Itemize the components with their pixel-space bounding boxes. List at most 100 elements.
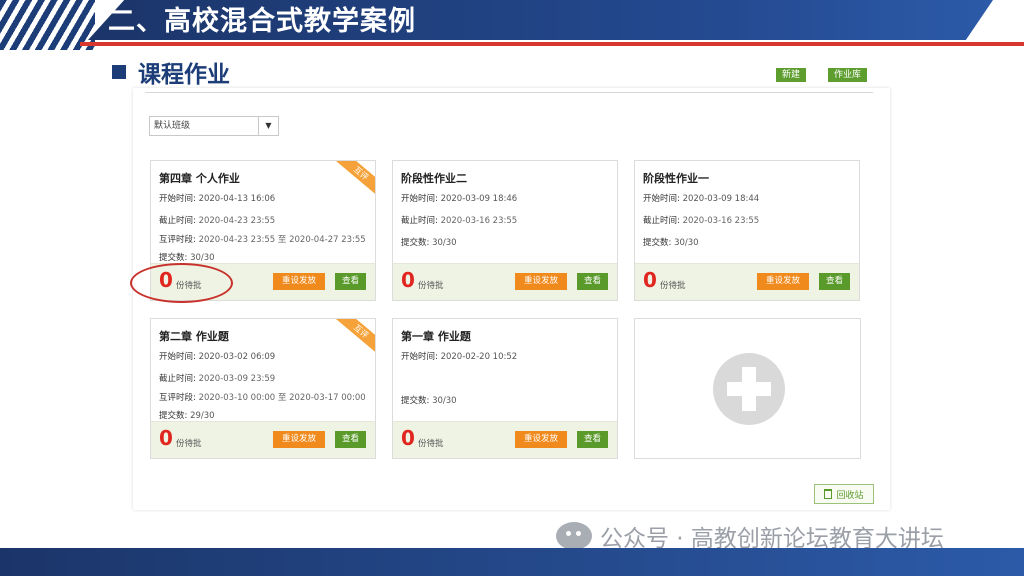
reset-distribution-button[interactable]: 重设发放 [515,431,567,448]
peer-review-from: 2020-04-23 23:55 [198,235,276,245]
peer-review-to-label: 至 [277,235,287,245]
assignment-library-button[interactable]: 作业库 [828,68,868,82]
slide-title: 二、高校混合式教学案例 [108,6,416,37]
view-button[interactable]: 查看 [335,273,366,290]
assignment-title[interactable]: 第一章 作业题 [401,328,471,344]
assignment-title[interactable]: 阶段性作业一 [643,170,709,186]
deadline-value: 2020-03-16 23:55 [682,216,760,226]
submitted-row: 提交数: 30/30 [401,236,457,248]
course-assignments-panel: 新建 作业库 默认班级 ▼ 互评 第四章 个人作业 开始时间: 2020-04-… [133,68,890,510]
recycle-bin-button[interactable]: 回收站 [814,484,874,504]
peer-review-from: 2020-03-10 00:00 [198,393,276,403]
submitted-label: 提交数: [401,396,430,406]
banner-red-line [80,42,1024,46]
assignment-card[interactable]: 互评 第二章 作业题 开始时间: 2020-03-02 06:09 截止时间: … [150,318,376,459]
section-heading: 课程作业 [112,58,230,88]
class-select-value: 默认班级 [154,121,191,131]
peer-review-badge: 互评 [335,161,375,197]
deadline-row: 截止时间: 2020-03-16 23:55 [643,214,759,226]
view-button[interactable]: 查看 [819,273,850,290]
deadline-label: 截止时间: [159,216,196,226]
pending-label: 份待批 [660,281,686,291]
submitted-label: 提交数: [159,411,188,421]
submitted-value: 30/30 [432,238,457,248]
submitted-label: 提交数: [159,253,188,263]
assignment-title[interactable]: 第二章 作业题 [159,328,229,344]
recycle-bin-label: 回收站 [836,490,864,501]
view-button[interactable]: 查看 [577,431,608,448]
peer-review-to-label: 至 [277,393,287,403]
class-select[interactable]: 默认班级 ▼ [149,116,279,136]
start-label: 开始时间: [159,194,196,204]
start-label: 开始时间: [401,194,438,204]
submitted-value: 30/30 [190,253,215,263]
peer-review-label: 互评时段: [159,235,196,245]
start-time-row: 开始时间: 2020-03-02 06:09 [159,350,275,362]
peer-review-to: 2020-03-17 00:00 [289,393,366,403]
header-banner: 二、高校混合式教学案例 [0,0,1024,50]
assignment-card[interactable]: 阶段性作业二 开始时间: 2020-03-09 18:46 截止时间: 2020… [392,160,618,301]
deadline-value: 2020-04-23 23:55 [198,216,276,226]
card-footer: 0 份待批 重设发放 查看 [635,263,859,300]
assignment-title[interactable]: 第四章 个人作业 [159,170,240,186]
plus-icon[interactable] [713,353,785,425]
footer-bar [0,548,1024,576]
submitted-row: 提交数: 30/30 [159,251,215,263]
submitted-value: 30/30 [432,396,457,406]
deadline-row: 截止时间: 2020-04-23 23:55 [159,214,275,226]
deadline-label: 截止时间: [401,216,438,226]
assignment-card[interactable]: 阶段性作业一 开始时间: 2020-03-09 18:44 截止时间: 2020… [634,160,860,301]
pending-label: 份待批 [418,439,444,449]
card-footer: 0 份待批 重设发放 查看 [151,421,375,458]
peer-review-row: 互评时段: 2020-04-23 23:55 至 2020-04-27 23:5… [159,233,366,245]
card-footer: 0 份待批 重设发放 查看 [393,263,617,300]
card-footer: 0 份待批 重设发放 查看 [393,421,617,458]
reset-distribution-button[interactable]: 重设发放 [273,431,325,448]
peer-review-badge: 互评 [335,319,375,355]
start-value: 2020-03-09 18:44 [682,194,760,204]
pending-count: 0 [643,268,657,292]
submitted-value: 29/30 [190,411,215,421]
submitted-label: 提交数: [643,238,672,248]
peer-review-to: 2020-04-27 23:55 [289,235,366,245]
submitted-row: 提交数: 30/30 [401,394,457,406]
pending-count: 0 [401,426,415,450]
deadline-row: 截止时间: 2020-03-09 23:59 [159,372,275,384]
start-value: 2020-04-13 16:06 [198,194,276,204]
divider [145,92,873,93]
reset-distribution-button[interactable]: 重设发放 [515,273,567,290]
pending-label: 份待批 [418,281,444,291]
new-assignment-button[interactable]: 新建 [776,68,807,82]
view-button[interactable]: 查看 [577,273,608,290]
deadline-label: 截止时间: [643,216,680,226]
reset-distribution-button[interactable]: 重设发放 [273,273,325,290]
start-label: 开始时间: [401,352,438,362]
start-time-row: 开始时间: 2020-03-09 18:46 [401,192,517,204]
section-title: 课程作业 [138,62,230,88]
view-button[interactable]: 查看 [335,431,366,448]
peer-review-row: 互评时段: 2020-03-10 00:00 至 2020-03-17 00:0… [159,391,366,403]
trash-icon [824,489,833,499]
submitted-row: 提交数: 30/30 [643,236,699,248]
assignment-title[interactable]: 阶段性作业二 [401,170,467,186]
annotation-ellipse [130,263,233,303]
wechat-icon [556,522,592,550]
start-value: 2020-03-09 18:46 [440,194,518,204]
start-time-row: 开始时间: 2020-04-13 16:06 [159,192,275,204]
deadline-row: 截止时间: 2020-03-16 23:55 [401,214,517,226]
assignment-card[interactable]: 第一章 作业题 开始时间: 2020-02-20 10:52 提交数: 30/3… [392,318,618,459]
deadline-label: 截止时间: [159,374,196,384]
deadline-value: 2020-03-16 23:55 [440,216,518,226]
add-assignment-card[interactable] [634,318,861,459]
submitted-value: 30/30 [674,238,699,248]
start-label: 开始时间: [643,194,680,204]
reset-distribution-button[interactable]: 重设发放 [757,273,809,290]
pending-count: 0 [159,426,173,450]
pending-count: 0 [401,268,415,292]
submitted-label: 提交数: [401,238,430,248]
chevron-down-icon[interactable]: ▼ [258,117,278,135]
deadline-value: 2020-03-09 23:59 [198,374,276,384]
peer-review-label: 互评时段: [159,393,196,403]
start-time-row: 开始时间: 2020-03-09 18:44 [643,192,759,204]
start-label: 开始时间: [159,352,196,362]
